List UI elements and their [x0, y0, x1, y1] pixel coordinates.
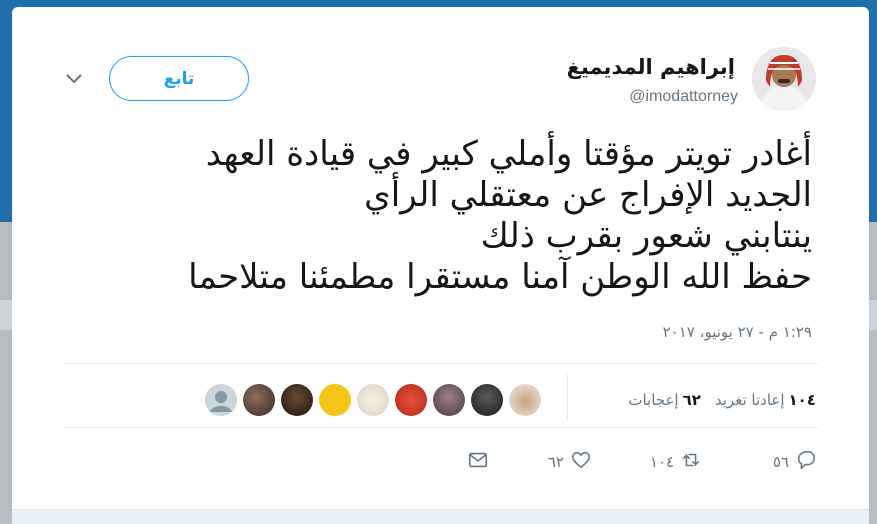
liker-avatar[interactable] [357, 384, 389, 416]
like-count: ٦٢ [547, 453, 564, 471]
divider [63, 363, 818, 364]
retweets-label: إعادتا تغريد [714, 391, 785, 409]
tweet-text-line: حفظ الله الوطن آمنا مستقرا مطمئنا متلاحم… [188, 257, 812, 297]
liker-avatar[interactable] [243, 384, 275, 416]
liker-avatar[interactable] [205, 384, 237, 416]
liker-avatar[interactable] [281, 384, 313, 416]
tweet-stats: ١٠٤إعادتا تغريد ٦٢إعجابات [628, 382, 816, 418]
liker-avatar[interactable] [471, 384, 503, 416]
tweet-text-line: ينتابني شعور بقرب ذلك [480, 216, 812, 256]
retweet-icon [680, 449, 702, 475]
tweet-actions: ٥٦ ١٠٤ ٦٢ [457, 447, 817, 477]
retweet-count: ١٠٤ [649, 453, 674, 471]
retweet-action[interactable]: ١٠٤ [650, 447, 702, 477]
chevron-down-icon[interactable] [64, 71, 84, 85]
follow-button[interactable]: تابع [109, 56, 249, 101]
liker-avatars [205, 384, 541, 416]
liker-avatar[interactable] [509, 384, 541, 416]
tweet-timestamp[interactable]: ١:٢٩ م - ٢٧ يونيو، ٢٠١٧ [663, 323, 812, 341]
likes-stat[interactable]: ٦٢إعجابات [628, 391, 701, 409]
card-footer [12, 509, 869, 524]
liker-avatar[interactable] [433, 384, 465, 416]
reply-count: ٥٦ [772, 453, 789, 471]
retweets-stat[interactable]: ١٠٤إعادتا تغريد [715, 391, 816, 409]
author-handle[interactable]: @imodattorney [629, 88, 738, 106]
heart-icon [570, 449, 592, 475]
author-avatar-image [752, 47, 816, 111]
liker-avatar[interactable] [395, 384, 427, 416]
like-action[interactable]: ٦٢ [548, 447, 592, 477]
tweet-text-line: الجديد الإفراج عن معتقلي الرأي [364, 175, 812, 215]
tweet-text: أغادر تويتر مؤقتا وأملي كبير في قيادة ال… [92, 134, 812, 298]
reply-icon [795, 449, 817, 475]
author-name[interactable]: إبراهيم المديميغ [567, 55, 735, 79]
stats-separator [567, 374, 568, 421]
liker-avatar[interactable] [319, 384, 351, 416]
tweet-card: إبراهيم المديميغ @imodattorney تابع أغاد… [12, 7, 869, 524]
envelope-icon [467, 449, 489, 475]
author-avatar[interactable] [752, 47, 816, 111]
direct-message-action[interactable] [467, 447, 489, 477]
retweets-count: ١٠٤ [788, 391, 816, 409]
likes-label: إعجابات [628, 391, 679, 409]
likes-count: ٦٢ [682, 391, 701, 409]
tweet-text-line: أغادر تويتر مؤقتا وأملي كبير في قيادة ال… [205, 134, 812, 174]
divider [63, 427, 818, 428]
reply-action[interactable]: ٥٦ [773, 447, 817, 477]
